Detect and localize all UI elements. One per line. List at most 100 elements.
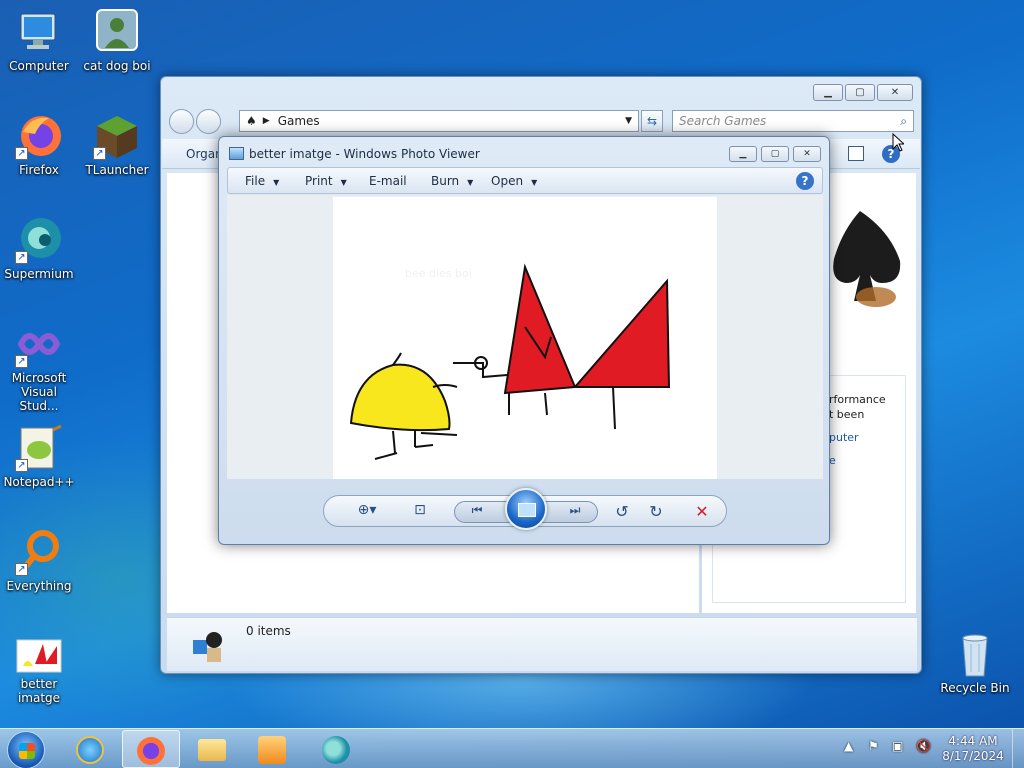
desktop-icon-computer[interactable]: Computer <box>0 8 78 73</box>
visual-studio-icon: ↗ <box>15 320 63 368</box>
desktop-icon-notepad-plus-plus[interactable]: ↗ Notepad++ <box>0 424 78 489</box>
taskbar-internet-explorer[interactable] <box>62 730 120 768</box>
volume-muted-icon[interactable]: 🔇 <box>916 739 931 753</box>
actual-size-icon[interactable]: ⊡ <box>410 502 430 522</box>
clock-date: 8/17/2024 <box>942 749 1004 763</box>
next-icon[interactable]: ⏭ <box>565 503 585 523</box>
close-button[interactable]: ✕ <box>793 146 821 162</box>
minimize-button[interactable]: ▁ <box>729 146 757 162</box>
minecraft-block-icon: ↗ <box>93 112 141 160</box>
desktop-icon-supermium[interactable]: ↗ Supermium <box>0 216 78 281</box>
image-file-icon <box>15 638 63 674</box>
yellow-antenna <box>392 352 402 366</box>
menu-email-label: E-mail <box>369 174 407 188</box>
rotate-clockwise-icon[interactable]: ↻ <box>646 502 666 522</box>
system-tray: ▲ ⚑ ▣ 🔇 <box>844 739 931 753</box>
clock[interactable]: 4:44 AM 8/17/2024 <box>940 734 1006 764</box>
displayed-image: bee dies boi <box>333 197 717 479</box>
search-icon[interactable]: ⌕ <box>900 114 907 129</box>
menu-burn-label: Burn <box>431 174 460 188</box>
breadcrumb-arrow-icon[interactable]: ▶ <box>263 116 270 126</box>
slideshow-button[interactable] <box>505 488 547 530</box>
red-triangle-left <box>503 263 577 395</box>
firefox-icon: ↗ <box>15 112 63 160</box>
media-player-icon <box>258 736 286 764</box>
desktop-icon-cat-dog-boi[interactable]: cat dog boi <box>78 8 156 73</box>
start-button[interactable] <box>7 731 45 768</box>
window-title: better imatge - Windows Photo Viewer <box>249 147 480 161</box>
zoom-icon[interactable]: ⊕▾ <box>350 502 384 522</box>
faint-image-text: bee dies boi <box>405 267 472 280</box>
internet-explorer-icon <box>76 736 104 764</box>
maximize-button[interactable]: ▢ <box>761 146 789 162</box>
address-bar[interactable]: ♠ ▶ Games ▼ <box>239 110 639 132</box>
menu-email[interactable]: E-mail <box>369 174 407 188</box>
photo-viewer-window-controls: ▁ ▢ ✕ <box>729 146 821 162</box>
menu-burn[interactable]: Burn ▼ <box>431 174 473 188</box>
forward-button[interactable] <box>196 109 221 134</box>
menu-open[interactable]: Open ▼ <box>491 174 537 188</box>
chevron-down-icon: ▼ <box>273 178 280 187</box>
help-icon[interactable]: ? <box>796 172 814 190</box>
red-leg-2 <box>544 392 548 416</box>
menu-print[interactable]: Print ▼ <box>305 174 347 188</box>
menu-file[interactable]: File ▼ <box>245 174 279 188</box>
photo-viewer-titlebar[interactable]: better imatge - Windows Photo Viewer ▁ ▢… <box>219 137 829 165</box>
yellow-leg-1 <box>392 430 396 454</box>
taskbar: ▲ ⚑ ▣ 🔇 4:44 AM 8/17/2024 <box>0 728 1024 768</box>
chevron-down-icon: ▼ <box>531 178 538 187</box>
shortcut-arrow-icon: ↗ <box>15 251 28 264</box>
shortcut-arrow-icon: ↗ <box>15 355 28 368</box>
red-arm <box>453 362 508 379</box>
previous-icon[interactable]: ⏮ <box>467 503 487 523</box>
user-folder-icon <box>93 8 141 56</box>
close-button[interactable]: ✕ <box>877 84 913 101</box>
yellow-base-line <box>420 432 458 436</box>
image-display-area[interactable]: bee dies boi <box>227 195 823 479</box>
yellow-foot-1 <box>374 452 398 460</box>
rotate-counterclockwise-icon[interactable]: ↺ <box>612 502 632 522</box>
search-input[interactable]: Search Games ⌕ <box>672 110 914 132</box>
menu-open-label: Open <box>491 174 524 188</box>
desktop-icon-tlauncher[interactable]: ↗ TLauncher <box>78 112 156 177</box>
desktop-icon-better-imatge[interactable]: better imatge <box>0 638 78 705</box>
maximize-button[interactable]: ▢ <box>845 84 875 101</box>
desktop-icon-recycle-bin[interactable]: Recycle Bin <box>936 630 1014 695</box>
back-button[interactable] <box>169 109 194 134</box>
address-dropdown-icon[interactable]: ▼ <box>625 116 632 126</box>
taskbar-media-player[interactable] <box>244 730 302 768</box>
desktop-icon-visual-studio[interactable]: ↗ Microsoft Visual Stud... <box>0 320 78 413</box>
performance-text-1: rformance <box>829 393 886 406</box>
action-center-flag-icon[interactable]: ⚑ <box>868 739 882 753</box>
red-triangle-right <box>572 278 671 388</box>
computer-icon <box>15 8 63 56</box>
desktop-icon-firefox[interactable]: ↗ Firefox <box>0 112 78 177</box>
games-folder-icon: ♠ <box>246 114 257 128</box>
desktop-icon-everything[interactable]: ↗ Everything <box>0 528 78 593</box>
taskbar-supermium[interactable] <box>308 730 366 768</box>
explorer-window-controls: ▁ ▢ ✕ <box>813 84 913 101</box>
photo-viewer-window[interactable]: better imatge - Windows Photo Viewer ▁ ▢… <box>218 136 830 545</box>
performance-link-1[interactable]: puter <box>829 430 897 445</box>
show-hidden-icons-icon[interactable]: ▲ <box>844 739 858 753</box>
network-icon[interactable]: ▣ <box>892 739 906 753</box>
minimize-button[interactable]: ▁ <box>813 84 843 101</box>
spade-card-icon <box>833 211 901 307</box>
yellow-arm <box>432 384 458 388</box>
show-desktop-button[interactable] <box>1012 729 1024 768</box>
menu-print-label: Print <box>305 174 333 188</box>
refresh-button[interactable]: ⇆ <box>641 110 663 132</box>
delete-icon[interactable]: ✕ <box>692 502 712 522</box>
search-placeholder: Search Games <box>679 114 767 128</box>
windows-logo-icon <box>19 743 35 759</box>
preview-pane-button[interactable] <box>848 146 864 161</box>
yellow-foot-2 <box>414 444 434 448</box>
taskbar-file-explorer[interactable] <box>184 730 242 768</box>
performance-link-2[interactable]: e <box>829 453 897 468</box>
supermium-icon: ↗ <box>15 216 63 264</box>
folder-icon <box>198 739 226 761</box>
item-count: 0 items <box>246 624 291 638</box>
yellow-blob-shape <box>349 363 451 432</box>
photo-viewer-app-icon <box>229 147 244 160</box>
taskbar-firefox[interactable] <box>122 730 180 768</box>
